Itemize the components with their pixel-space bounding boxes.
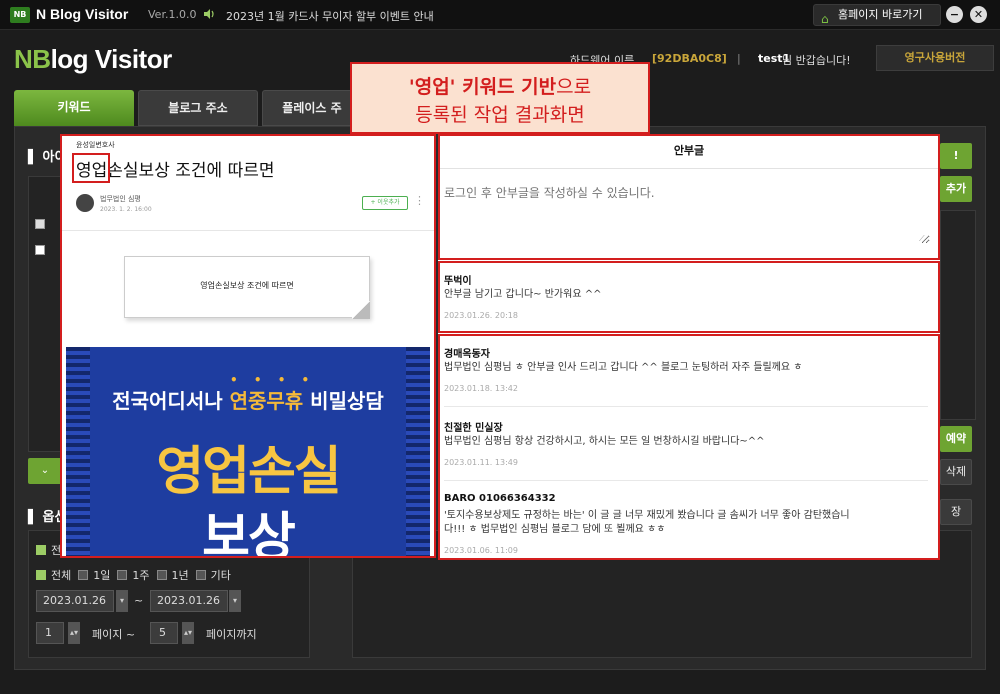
blog-post-preview: 윤성일변호사 영업손실보상 조건에 따르면 법무법인 심평 2023. 1. 2…: [60, 134, 436, 558]
homepage-button-label: 홈페이지 바로가기: [838, 8, 923, 21]
page-from-label: 페이지 ~: [92, 628, 136, 641]
page-from-stepper[interactable]: ▴▾: [68, 622, 80, 644]
card-fold: [352, 301, 370, 319]
callout-line-2: 등록된 작업 결과화면: [415, 104, 585, 126]
banner-headline-2: 보상: [202, 508, 296, 558]
keyword-highlight-box: [72, 153, 110, 183]
banner-headline-1: 영업손실: [156, 442, 341, 502]
delete-button[interactable]: 삭제: [940, 459, 972, 485]
follow-button[interactable]: + 이웃추가: [362, 196, 408, 210]
post-date: 2023. 1. 2. 16:00: [100, 206, 152, 213]
date-separator: ~: [134, 594, 144, 607]
add-button[interactable]: 추가: [940, 176, 972, 202]
app-name: N Blog Visitor: [36, 6, 129, 22]
annotation-callout: '영업' 키워드 기반으로 등록된 작업 결과화면: [350, 62, 650, 134]
date-to-input[interactable]: 2023.01.26: [150, 590, 228, 612]
page-to-stepper[interactable]: ▴▾: [182, 622, 194, 644]
callout-line-1: '영업' 키워드 기반으로: [408, 76, 592, 98]
brand-logo: NBlog Visitor: [14, 44, 172, 74]
period-1week[interactable]: 1주: [117, 569, 150, 582]
notice-link[interactable]: 2023년 1월 카드사 무이자 할부 이벤트 안내: [226, 8, 434, 24]
home-icon: ⌂: [821, 12, 829, 26]
page-to-input[interactable]: 5: [150, 622, 178, 644]
period-1year[interactable]: 1년: [156, 569, 189, 582]
post-author: 법무법인 심평: [100, 195, 141, 203]
post-divider: [62, 230, 434, 231]
hardware-id: [92DBA0C8]: [652, 52, 727, 65]
license-badge: 영구사용버전: [876, 45, 994, 71]
tab-place-address[interactable]: 플레이스 주: [262, 90, 362, 126]
date-to-dropdown[interactable]: ▾: [229, 590, 241, 612]
guestbook-list-highlight: [438, 334, 940, 560]
more-options-icon[interactable]: ⋮: [414, 194, 425, 207]
period-1day[interactable]: 1일: [78, 569, 110, 582]
user-greeting: 님 반갑습니다!: [782, 54, 851, 67]
post-banner-image: • • • • 전국어디서나 연중무휴 비밀상담 영업손실 보상: [66, 347, 430, 558]
speaker-icon: [204, 9, 214, 19]
page-from-input[interactable]: 1: [36, 622, 64, 644]
guestbook-entry-highlight: [438, 261, 940, 333]
author-avatar: [76, 194, 94, 212]
homepage-button[interactable]: ⌂ 홈페이지 바로가기: [813, 4, 941, 26]
reserve-button[interactable]: 예약: [940, 426, 972, 452]
run-button[interactable]: !: [940, 143, 972, 169]
row-checkbox[interactable]: [35, 245, 45, 255]
app-logo-icon: NB: [10, 7, 30, 23]
guestbook-header-highlight: [438, 134, 940, 260]
select-all-checkbox[interactable]: [35, 219, 45, 229]
date-from-dropdown[interactable]: ▾: [116, 590, 128, 612]
period-all[interactable]: 전체: [36, 569, 71, 582]
app-version: Ver.1.0.0: [148, 8, 197, 21]
banner-subtitle: 전국어디서나 연중무휴 비밀상담: [112, 389, 384, 413]
close-button[interactable]: ✕: [970, 6, 987, 23]
tab-blog-address[interactable]: 블로그 주소: [138, 90, 258, 126]
header-separator: |: [737, 52, 741, 65]
post-quote-text: 영업손실보상 조건에 따르면: [200, 281, 294, 290]
option-row-1[interactable]: 전: [36, 542, 61, 558]
tab-keyword[interactable]: 키워드: [14, 90, 134, 126]
period-other[interactable]: 기타: [195, 569, 231, 582]
page-to-label: 페이지까지: [206, 628, 257, 641]
result-list-edge: [940, 210, 976, 420]
period-options: 전체 1일 1주 1년 기타: [36, 567, 231, 583]
post-category: 윤성일변호사: [76, 141, 115, 149]
minimize-button[interactable]: −: [946, 6, 963, 23]
chevron-down-button[interactable]: ⌄: [28, 458, 62, 484]
save-button[interactable]: 장: [940, 499, 972, 525]
date-from-input[interactable]: 2023.01.26: [36, 590, 114, 612]
